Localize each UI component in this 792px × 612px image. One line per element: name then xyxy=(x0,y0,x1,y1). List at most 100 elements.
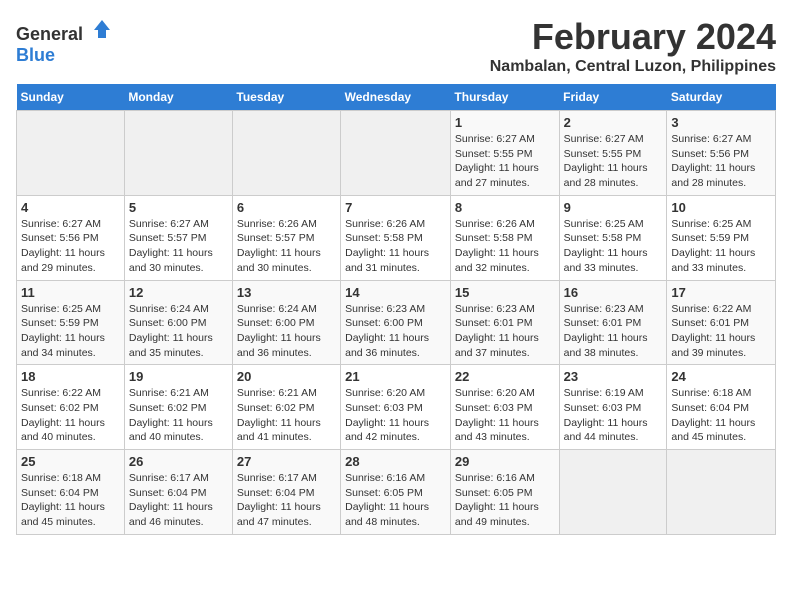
day-cell: 15 Sunrise: 6:23 AM Sunset: 6:01 PM Dayli… xyxy=(450,280,559,365)
day-cell: 1Sunrise: 6:27 AM Sunset: 5:55 PM Daylig… xyxy=(450,111,559,196)
day-detail: Sunrise: 6:21 AM Sunset: 6:02 PM Dayligh… xyxy=(129,386,228,445)
day-cell: 3Sunrise: 6:27 AM Sunset: 5:56 PM Daylig… xyxy=(667,111,776,196)
day-detail: Sunrise: 6:21 AM Sunset: 6:02 PM Dayligh… xyxy=(237,386,336,445)
day-detail: Sunrise: 6:17 AM Sunset: 6:04 PM Dayligh… xyxy=(129,471,228,530)
calendar-body: 1Sunrise: 6:27 AM Sunset: 5:55 PM Daylig… xyxy=(17,111,776,535)
day-cell: 4 Sunrise: 6:27 AM Sunset: 5:56 PM Daylig… xyxy=(17,195,125,280)
day-detail: Sunrise: 6:18 AM Sunset: 6:04 PM Dayligh… xyxy=(671,386,771,445)
day-number: 28 xyxy=(345,454,446,469)
day-detail: Sunrise: 6:27 AM Sunset: 5:55 PM Dayligh… xyxy=(455,132,555,191)
day-number: 26 xyxy=(129,454,228,469)
week-row-3: 11 Sunrise: 6:25 AM Sunset: 5:59 PM Dayli… xyxy=(17,280,776,365)
day-detail: Sunrise: 6:23 AM Sunset: 6:01 PM Dayligh… xyxy=(455,302,555,361)
logo: General Blue xyxy=(16,16,114,66)
day-cell: 16 Sunrise: 6:23 AM Sunset: 6:01 PM Dayli… xyxy=(559,280,667,365)
day-number: 17 xyxy=(671,285,771,300)
day-number: 14 xyxy=(345,285,446,300)
day-cell: 29 Sunrise: 6:16 AM Sunset: 6:05 PM Dayli… xyxy=(450,450,559,535)
day-number: 19 xyxy=(129,369,228,384)
day-number: 29 xyxy=(455,454,555,469)
day-number: 23 xyxy=(564,369,663,384)
day-header-saturday: Saturday xyxy=(667,84,776,111)
location-title: Nambalan, Central Luzon, Philippines xyxy=(490,58,776,76)
day-number: 20 xyxy=(237,369,336,384)
day-number: 7 xyxy=(345,200,446,215)
logo-icon xyxy=(90,16,114,40)
day-number: 24 xyxy=(671,369,771,384)
day-detail: Sunrise: 6:27 AM Sunset: 5:56 PM Dayligh… xyxy=(671,132,771,191)
day-detail: Sunrise: 6:22 AM Sunset: 6:01 PM Dayligh… xyxy=(671,302,771,361)
day-detail: Sunrise: 6:25 AM Sunset: 5:59 PM Dayligh… xyxy=(671,217,771,276)
day-number: 6 xyxy=(237,200,336,215)
day-number: 15 xyxy=(455,285,555,300)
day-detail: Sunrise: 6:24 AM Sunset: 6:00 PM Dayligh… xyxy=(129,302,228,361)
day-detail: Sunrise: 6:27 AM Sunset: 5:57 PM Dayligh… xyxy=(129,217,228,276)
day-cell xyxy=(667,450,776,535)
day-cell: 13 Sunrise: 6:24 AM Sunset: 6:00 PM Dayli… xyxy=(232,280,340,365)
day-header-monday: Monday xyxy=(124,84,232,111)
day-cell: 27 Sunrise: 6:17 AM Sunset: 6:04 PM Dayli… xyxy=(232,450,340,535)
month-title: February 2024 xyxy=(490,16,776,58)
day-number: 13 xyxy=(237,285,336,300)
day-detail: Sunrise: 6:23 AM Sunset: 6:01 PM Dayligh… xyxy=(564,302,663,361)
calendar-header-row: SundayMondayTuesdayWednesdayThursdayFrid… xyxy=(17,84,776,111)
day-cell xyxy=(559,450,667,535)
day-header-sunday: Sunday xyxy=(17,84,125,111)
day-number: 4 xyxy=(21,200,120,215)
calendar-table: SundayMondayTuesdayWednesdayThursdayFrid… xyxy=(16,84,776,535)
day-detail: Sunrise: 6:27 AM Sunset: 5:56 PM Dayligh… xyxy=(21,217,120,276)
week-row-5: 25 Sunrise: 6:18 AM Sunset: 6:04 PM Dayli… xyxy=(17,450,776,535)
day-cell: 10 Sunrise: 6:25 AM Sunset: 5:59 PM Dayli… xyxy=(667,195,776,280)
day-detail: Sunrise: 6:16 AM Sunset: 6:05 PM Dayligh… xyxy=(345,471,446,530)
day-number: 11 xyxy=(21,285,120,300)
day-cell: 2 Sunrise: 6:27 AM Sunset: 5:55 PM Daylig… xyxy=(559,111,667,196)
day-header-tuesday: Tuesday xyxy=(232,84,340,111)
day-cell: 8Sunrise: 6:26 AM Sunset: 5:58 PM Daylig… xyxy=(450,195,559,280)
day-number: 25 xyxy=(21,454,120,469)
day-number: 27 xyxy=(237,454,336,469)
day-number: 21 xyxy=(345,369,446,384)
week-row-2: 4 Sunrise: 6:27 AM Sunset: 5:56 PM Daylig… xyxy=(17,195,776,280)
day-number: 16 xyxy=(564,285,663,300)
day-detail: Sunrise: 6:20 AM Sunset: 6:03 PM Dayligh… xyxy=(455,386,555,445)
day-cell: 18 Sunrise: 6:22 AM Sunset: 6:02 PM Dayli… xyxy=(17,365,125,450)
day-cell: 23 Sunrise: 6:19 AM Sunset: 6:03 PM Dayli… xyxy=(559,365,667,450)
day-detail: Sunrise: 6:22 AM Sunset: 6:02 PM Dayligh… xyxy=(21,386,120,445)
day-number: 9 xyxy=(564,200,663,215)
day-header-wednesday: Wednesday xyxy=(341,84,451,111)
day-cell: 14 Sunrise: 6:23 AM Sunset: 6:00 PM Dayli… xyxy=(341,280,451,365)
day-number: 22 xyxy=(455,369,555,384)
day-cell: 22 Sunrise: 6:20 AM Sunset: 6:03 PM Dayli… xyxy=(450,365,559,450)
day-detail: Sunrise: 6:19 AM Sunset: 6:03 PM Dayligh… xyxy=(564,386,663,445)
day-cell: 7 Sunrise: 6:26 AM Sunset: 5:58 PM Daylig… xyxy=(341,195,451,280)
day-cell: 12Sunrise: 6:24 AM Sunset: 6:00 PM Dayli… xyxy=(124,280,232,365)
day-cell: 11 Sunrise: 6:25 AM Sunset: 5:59 PM Dayli… xyxy=(17,280,125,365)
day-cell xyxy=(341,111,451,196)
day-number: 18 xyxy=(21,369,120,384)
day-detail: Sunrise: 6:23 AM Sunset: 6:00 PM Dayligh… xyxy=(345,302,446,361)
day-detail: Sunrise: 6:26 AM Sunset: 5:58 PM Dayligh… xyxy=(455,217,555,276)
week-row-1: 1Sunrise: 6:27 AM Sunset: 5:55 PM Daylig… xyxy=(17,111,776,196)
header: General Blue February 2024 Nambalan, Cen… xyxy=(16,16,776,76)
day-detail: Sunrise: 6:17 AM Sunset: 6:04 PM Dayligh… xyxy=(237,471,336,530)
day-detail: Sunrise: 6:25 AM Sunset: 5:59 PM Dayligh… xyxy=(21,302,120,361)
day-cell: 24 Sunrise: 6:18 AM Sunset: 6:04 PM Dayli… xyxy=(667,365,776,450)
day-cell xyxy=(17,111,125,196)
day-number: 10 xyxy=(671,200,771,215)
day-header-friday: Friday xyxy=(559,84,667,111)
day-detail: Sunrise: 6:18 AM Sunset: 6:04 PM Dayligh… xyxy=(21,471,120,530)
day-detail: Sunrise: 6:24 AM Sunset: 6:00 PM Dayligh… xyxy=(237,302,336,361)
logo-text: General Blue xyxy=(16,16,114,66)
day-detail: Sunrise: 6:27 AM Sunset: 5:55 PM Dayligh… xyxy=(564,132,663,191)
day-number: 2 xyxy=(564,115,663,130)
day-cell: 17 Sunrise: 6:22 AM Sunset: 6:01 PM Dayli… xyxy=(667,280,776,365)
day-cell: 26 Sunrise: 6:17 AM Sunset: 6:04 PM Dayli… xyxy=(124,450,232,535)
week-row-4: 18 Sunrise: 6:22 AM Sunset: 6:02 PM Dayli… xyxy=(17,365,776,450)
day-cell: 21Sunrise: 6:20 AM Sunset: 6:03 PM Dayli… xyxy=(341,365,451,450)
logo-blue: Blue xyxy=(16,45,55,65)
day-cell xyxy=(232,111,340,196)
day-cell: 20 Sunrise: 6:21 AM Sunset: 6:02 PM Dayli… xyxy=(232,365,340,450)
day-detail: Sunrise: 6:26 AM Sunset: 5:57 PM Dayligh… xyxy=(237,217,336,276)
day-detail: Sunrise: 6:26 AM Sunset: 5:58 PM Dayligh… xyxy=(345,217,446,276)
day-detail: Sunrise: 6:16 AM Sunset: 6:05 PM Dayligh… xyxy=(455,471,555,530)
